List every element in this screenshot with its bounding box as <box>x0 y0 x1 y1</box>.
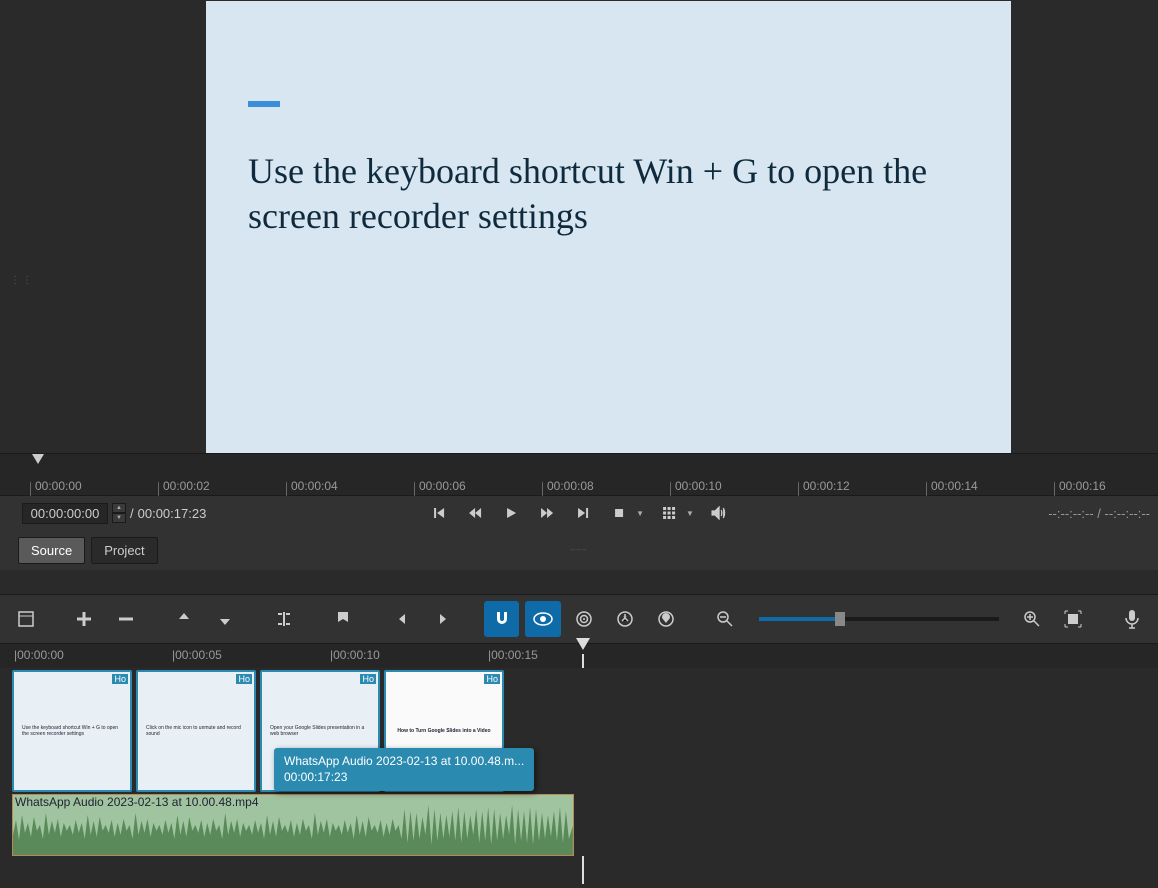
audio-clip[interactable]: WhatsApp Audio 2023-02-13 at 10.00.48.mp… <box>12 794 574 856</box>
tabs-row: Source Project ┄┄┄ <box>0 530 1158 570</box>
scrub-button[interactable] <box>525 601 560 637</box>
current-timecode-input[interactable] <box>22 503 108 524</box>
video-clip[interactable]: Ho Click on the mic icon to unmute and re… <box>136 670 256 792</box>
add-button[interactable] <box>67 601 102 637</box>
menu-button[interactable] <box>8 601 43 637</box>
grid-dropdown-icon[interactable]: ▼ <box>686 509 694 518</box>
ruler-tick: 00:00:00 <box>35 479 82 493</box>
video-track[interactable]: Ho Use the keyboard shortcut Win + G to o… <box>0 668 1158 794</box>
skip-next-button[interactable] <box>572 502 594 524</box>
grid-button[interactable] <box>658 502 680 524</box>
clip-thumb-text: Open your Google Slides presentation in … <box>266 721 374 741</box>
video-clip[interactable]: Ho Use the keyboard shortcut Win + G to o… <box>12 670 132 792</box>
split-button[interactable] <box>267 601 302 637</box>
fast-forward-button[interactable] <box>536 502 558 524</box>
ruler-tick: 00:00:06 <box>419 479 466 493</box>
panel-drag-handle[interactable]: ┄┄┄ <box>570 546 587 555</box>
lift-button[interactable] <box>167 601 202 637</box>
timecode-input-group: ▲ ▼ / 00:00:17:23 <box>22 503 206 524</box>
clip-tooltip: WhatsApp Audio 2023-02-13 at 10.00.48.m.… <box>274 748 534 791</box>
zoom-slider[interactable] <box>759 617 999 621</box>
svg-text:*: * <box>624 614 628 624</box>
timeline-tick: |00:00:05 <box>172 648 222 662</box>
timeline-tracks: Ho Use the keyboard shortcut Win + G to o… <box>0 668 1158 856</box>
clip-thumb-text: Use the keyboard shortcut Win + G to ope… <box>18 721 126 741</box>
record-audio-button[interactable] <box>1115 601 1150 637</box>
ripple-button[interactable] <box>567 601 602 637</box>
ruler-tick: 00:00:12 <box>803 479 850 493</box>
tab-project[interactable]: Project <box>91 537 157 564</box>
zoom-thumb[interactable] <box>835 612 845 626</box>
clip-thumb-text: Click on the mic icon to unmute and reco… <box>142 721 250 741</box>
slide-accent-bar <box>248 101 280 107</box>
next-marker-button[interactable] <box>426 601 461 637</box>
timeline-ruler[interactable]: |00:00:00 |00:00:05 |00:00:10 |00:00:15 <box>0 644 1158 668</box>
total-timecode: 00:00:17:23 <box>138 506 207 521</box>
timeline-tick: |00:00:00 <box>14 648 64 662</box>
tooltip-filename: WhatsApp Audio 2023-02-13 at 10.00.48.m.… <box>284 754 524 770</box>
panel-drag-handle[interactable]: ⋮⋮ <box>10 275 34 286</box>
tab-source[interactable]: Source <box>18 537 85 564</box>
preview-panel: ⋮⋮ Use the keyboard shortcut Win + G to … <box>0 0 1158 453</box>
clip-label: Ho <box>360 674 376 684</box>
preview-ruler[interactable]: 00:00:00 00:00:02 00:00:04 00:00:06 00:0… <box>0 453 1158 496</box>
slide-content: Use the keyboard shortcut Win + G to ope… <box>206 1 1011 279</box>
spinner-down[interactable]: ▼ <box>112 513 126 523</box>
marker-button[interactable] <box>326 601 361 637</box>
zoom-in-button[interactable] <box>1015 601 1050 637</box>
ruler-tick: 00:00:04 <box>291 479 338 493</box>
time-separator: / <box>130 506 134 521</box>
volume-button[interactable] <box>708 502 730 524</box>
play-button[interactable] <box>500 502 522 524</box>
ripple-all-button[interactable]: * <box>608 601 643 637</box>
timeline-tick: |00:00:15 <box>488 648 538 662</box>
ruler-tick: 00:00:14 <box>931 479 978 493</box>
remove-button[interactable] <box>108 601 143 637</box>
audio-clip-label: WhatsApp Audio 2023-02-13 at 10.00.48.mp… <box>15 795 259 809</box>
clip-label: Ho <box>236 674 252 684</box>
video-preview[interactable]: Use the keyboard shortcut Win + G to ope… <box>206 1 1011 453</box>
tooltip-duration: 00:00:17:23 <box>284 770 524 786</box>
rewind-button[interactable] <box>464 502 486 524</box>
ripple-markers-button[interactable] <box>649 601 684 637</box>
clip-thumb-title: How to Turn Google Slides into a Video <box>397 728 490 734</box>
overwrite-button[interactable] <box>208 601 243 637</box>
ruler-tick: 00:00:10 <box>675 479 722 493</box>
skip-previous-button[interactable] <box>428 502 450 524</box>
timecode-spinner: ▲ ▼ <box>112 503 126 523</box>
timeline-tick: |00:00:10 <box>330 648 380 662</box>
in-out-timecodes: --:--:--:-- / --:--:--:-- <box>1048 506 1150 521</box>
clip-label: Ho <box>484 674 500 684</box>
ruler-tick: 00:00:08 <box>547 479 594 493</box>
ruler-tick: 00:00:16 <box>1059 479 1106 493</box>
spinner-up[interactable]: ▲ <box>112 503 126 513</box>
slide-text: Use the keyboard shortcut Win + G to ope… <box>248 149 928 239</box>
player-controls: ▲ ▼ / 00:00:17:23 ▼ ▼ --:--:--:-- / --:-… <box>0 496 1158 530</box>
timeline-toolbar: * <box>0 594 1158 644</box>
zoom-dropdown-icon[interactable]: ▼ <box>636 509 644 518</box>
zoom-out-button[interactable] <box>708 601 743 637</box>
ruler-tick: 00:00:02 <box>163 479 210 493</box>
zoom-fit-button[interactable] <box>608 502 630 524</box>
clip-label: Ho <box>112 674 128 684</box>
prev-marker-button[interactable] <box>384 601 419 637</box>
zoom-fit-timeline-button[interactable] <box>1056 601 1091 637</box>
snap-button[interactable] <box>484 601 519 637</box>
playhead[interactable] <box>576 638 590 650</box>
